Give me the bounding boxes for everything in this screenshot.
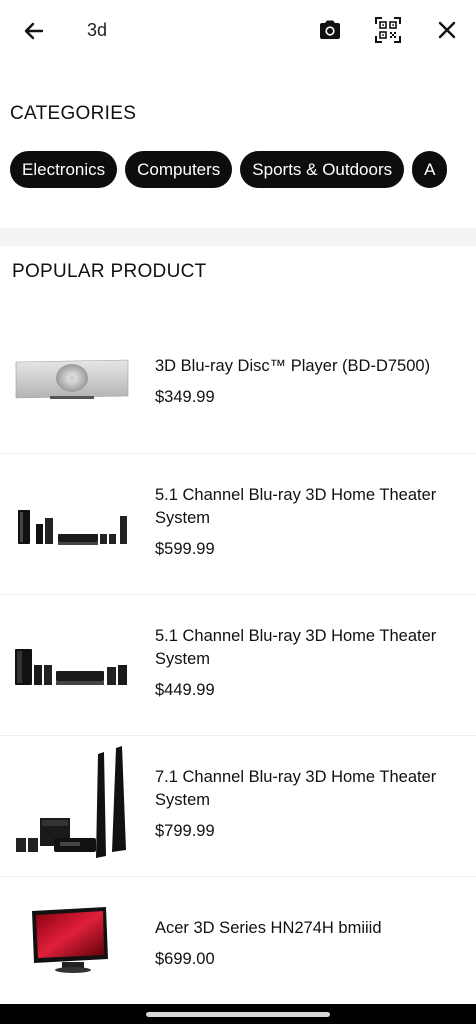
- popular-product-heading: POPULAR PRODUCT: [12, 261, 207, 282]
- system-nav-bar: [0, 1004, 476, 1024]
- product-name: 5.1 Channel Blu-ray 3D Home Theater Syst…: [155, 486, 437, 527]
- product-item[interactable]: 5.1 Channel Blu-ray 3D Home Theater Syst…: [0, 454, 476, 595]
- camera-icon: [320, 20, 340, 39]
- product-item[interactable]: 5.1 Channel Blu-ray 3D Home Theater Syst…: [0, 595, 476, 736]
- category-chip-list: Electronics Computers Sports & Outdoors A: [10, 151, 476, 189]
- qr-code-icon: [375, 17, 401, 43]
- product-name: 5.1 Channel Blu-ray 3D Home Theater Syst…: [155, 627, 437, 668]
- product-item[interactable]: Acer 3D Series HN274H bmiiid $699.00: [0, 877, 476, 1005]
- search-input[interactable]: 3d: [87, 20, 107, 41]
- category-chip-computers[interactable]: Computers: [125, 151, 233, 188]
- camera-search-button[interactable]: [316, 16, 344, 44]
- product-image-home-theater: [12, 504, 132, 549]
- close-icon: [438, 21, 456, 39]
- categories-heading: CATEGORIES: [10, 103, 137, 124]
- search-bar: 3d: [0, 0, 476, 62]
- product-name: 7.1 Channel Blu-ray 3D Home Theater Syst…: [155, 768, 437, 809]
- product-item[interactable]: 7.1 Channel Blu-ray 3D Home Theater Syst…: [0, 736, 476, 877]
- product-name: Acer 3D Series HN274H bmiiid: [155, 919, 382, 937]
- home-gesture-handle[interactable]: [146, 1012, 330, 1017]
- product-image-monitor: [12, 905, 132, 975]
- product-image-home-theater-tower: [12, 746, 132, 864]
- category-chip-sports-outdoors[interactable]: Sports & Outdoors: [240, 151, 405, 188]
- product-image-home-theater: [12, 645, 132, 690]
- product-price: $799.99: [155, 822, 215, 840]
- product-image-bluray-player: [12, 350, 132, 410]
- product-item[interactable]: 3D Blu-ray Disc™ Player (BD-D7500) $349.…: [0, 295, 476, 454]
- section-divider: [0, 228, 476, 246]
- category-chip-electronics[interactable]: Electronics: [10, 151, 118, 188]
- qr-scan-button[interactable]: [374, 16, 402, 44]
- product-name: 3D Blu-ray Disc™ Player (BD-D7500): [155, 357, 431, 375]
- arrow-left-icon: [24, 22, 44, 40]
- product-price: $449.99: [155, 681, 215, 699]
- product-price: $599.99: [155, 540, 215, 558]
- category-chip-partial[interactable]: A: [412, 151, 448, 188]
- product-price: $699.00: [155, 950, 215, 968]
- back-button[interactable]: [20, 17, 48, 45]
- clear-search-button[interactable]: [434, 17, 460, 43]
- product-price: $349.99: [155, 388, 215, 406]
